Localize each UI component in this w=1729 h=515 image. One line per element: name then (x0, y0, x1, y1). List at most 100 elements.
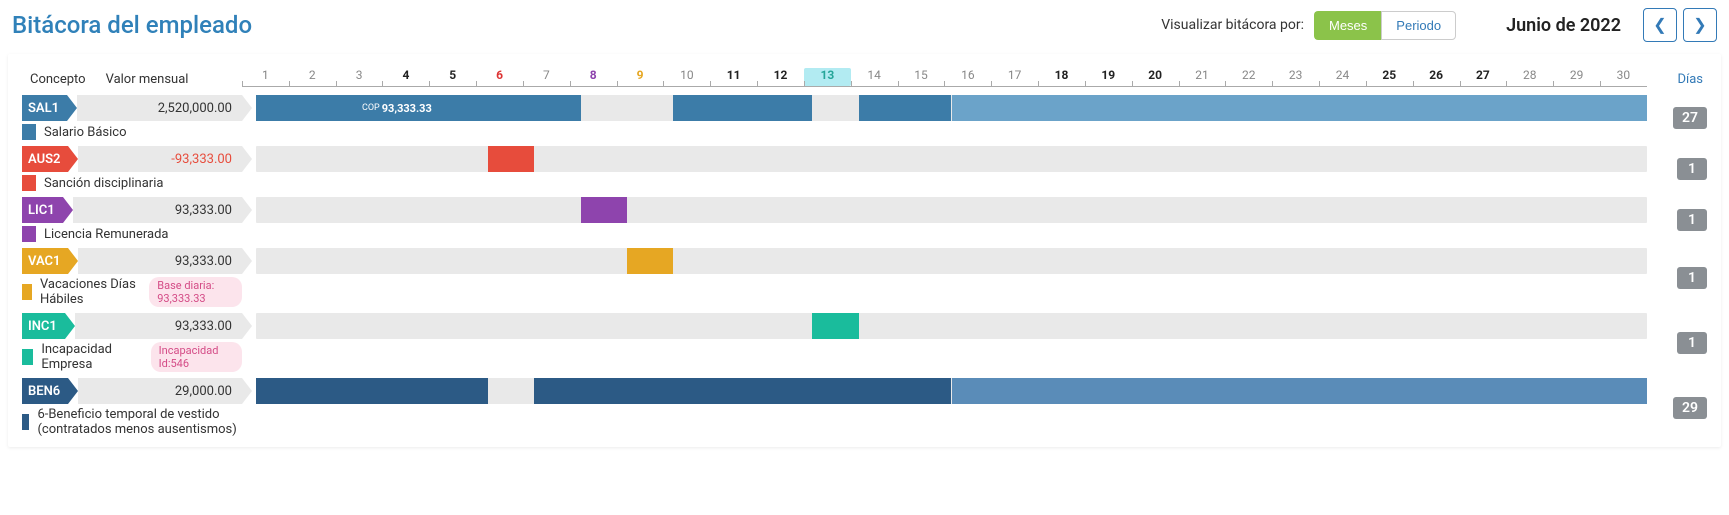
day-27[interactable]: 27 (1460, 68, 1507, 86)
timeline-segment[interactable] (952, 95, 1648, 121)
accent-bar (22, 226, 36, 242)
day-28[interactable]: 28 (1506, 68, 1553, 86)
concept-tag[interactable]: BEN6 (22, 378, 68, 404)
day-1[interactable]: 1 (242, 68, 289, 86)
chevron-right-icon: ❯ (1693, 15, 1706, 35)
concept-tag[interactable]: INC1 (22, 313, 65, 339)
timeline-segment[interactable] (627, 248, 673, 274)
days-count: 1 (1677, 267, 1707, 289)
timeline-track (256, 146, 1647, 172)
day-6[interactable]: 6 (476, 68, 523, 86)
day-21[interactable]: 21 (1179, 68, 1226, 86)
timeline-segment[interactable] (256, 378, 488, 404)
monthly-value: 93,333.00 (75, 313, 242, 339)
day-24[interactable]: 24 (1319, 68, 1366, 86)
monthly-value: 29,000.00 (78, 378, 242, 404)
monthly-value: 93,333.00 (78, 248, 242, 274)
bitacora-panel: Concepto Valor mensual 12345678910111213… (8, 54, 1721, 447)
concept-description: Licencia Remunerada (44, 227, 168, 242)
timeline-track (256, 313, 1647, 339)
day-22[interactable]: 22 (1225, 68, 1272, 86)
day-16[interactable]: 16 (944, 68, 991, 86)
current-month: Junio de 2022 (1506, 15, 1621, 36)
period-button[interactable]: Periodo (1381, 11, 1456, 40)
timeline-segment[interactable] (581, 197, 627, 223)
concept-description: 6-Beneficio temporal de vestido (contrat… (37, 407, 242, 437)
day-20[interactable]: 20 (1132, 68, 1179, 86)
day-30[interactable]: 30 (1600, 68, 1647, 86)
col-valor: Valor mensual (106, 72, 189, 87)
day-9[interactable]: 9 (617, 68, 664, 86)
day-18[interactable]: 18 (1038, 68, 1085, 86)
monthly-value: 2,520,000.00 (77, 95, 242, 121)
day-29[interactable]: 29 (1553, 68, 1600, 86)
day-2[interactable]: 2 (289, 68, 336, 86)
day-8[interactable]: 8 (570, 68, 617, 86)
chevron-left-icon: ❮ (1653, 15, 1666, 35)
info-pill: Base diaria: 93,333.33 (149, 277, 242, 307)
monthly-value: -93,333.00 (78, 146, 242, 172)
days-count: 1 (1677, 332, 1707, 354)
info-pill: Incapacidad Id:546 (151, 342, 242, 372)
timeline-track: COP93,333.33 (256, 95, 1647, 121)
day-26[interactable]: 26 (1413, 68, 1460, 86)
days-count: 27 (1673, 107, 1707, 129)
day-11[interactable]: 11 (710, 68, 757, 86)
day-23[interactable]: 23 (1272, 68, 1319, 86)
concept-tag[interactable]: AUS2 (22, 146, 68, 172)
timeline-segment[interactable] (859, 95, 952, 121)
day-4[interactable]: 4 (382, 68, 429, 86)
concept-row-LIC1: LIC1 93,333.00 Licencia Remunerada 1 (22, 197, 1707, 242)
timeline-segment[interactable] (812, 313, 858, 339)
concept-row-SAL1: SAL1 2,520,000.00 Salario Básico COP93,333.… (22, 95, 1707, 140)
concept-tag[interactable]: VAC1 (22, 248, 68, 274)
next-month-button[interactable]: ❯ (1683, 8, 1717, 42)
accent-bar (22, 175, 36, 191)
concept-description: Sanción disciplinaria (44, 176, 163, 191)
concept-row-INC1: INC1 93,333.00 Incapacidad Empresa Incapaci… (22, 313, 1707, 372)
day-12[interactable]: 12 (757, 68, 804, 86)
prev-month-button[interactable]: ❮ (1643, 8, 1677, 42)
day-13[interactable]: 13 (804, 68, 851, 86)
days-count: 1 (1677, 158, 1707, 180)
concept-description: Salario Básico (44, 125, 127, 140)
day-15[interactable]: 15 (898, 68, 945, 86)
page-title: Bitácora del empleado (12, 11, 1161, 39)
concept-tag[interactable]: SAL1 (22, 95, 67, 121)
timeline-header: 1234567891011121314151617181920212223242… (242, 68, 1647, 87)
day-19[interactable]: 19 (1085, 68, 1132, 86)
monthly-value: 93,333.00 (73, 197, 242, 223)
days-count: 1 (1677, 209, 1707, 231)
segment-label: COP93,333.33 (358, 95, 432, 121)
concept-tag[interactable]: LIC1 (22, 197, 63, 223)
timeline-segment[interactable] (673, 95, 812, 121)
day-3[interactable]: 3 (336, 68, 383, 86)
day-14[interactable]: 14 (851, 68, 898, 86)
timeline-segment[interactable] (952, 378, 1648, 404)
timeline-segment[interactable] (534, 378, 951, 404)
accent-bar (22, 124, 36, 140)
day-7[interactable]: 7 (523, 68, 570, 86)
day-17[interactable]: 17 (991, 68, 1038, 86)
view-by-label: Visualizar bitácora por: (1161, 17, 1304, 33)
concept-description: Incapacidad Empresa (41, 342, 142, 372)
concept-row-BEN6: BEN6 29,000.00 6-Beneficio temporal de ves… (22, 378, 1707, 437)
timeline-track (256, 197, 1647, 223)
concept-description: Vacaciones Días Hábiles (40, 277, 141, 307)
timeline-track (256, 378, 1647, 404)
view-mode-toggle: Meses Periodo (1314, 11, 1456, 40)
concept-row-AUS2: AUS2 -93,333.00 Sanción disciplinaria 1 (22, 146, 1707, 191)
accent-bar (22, 284, 32, 300)
concept-row-VAC1: VAC1 93,333.00 Vacaciones Días Hábiles Base… (22, 248, 1707, 307)
day-10[interactable]: 10 (663, 68, 710, 86)
col-dias: Días (1647, 72, 1707, 87)
timeline-track (256, 248, 1647, 274)
accent-bar (22, 349, 33, 365)
timeline-segment[interactable] (488, 146, 534, 172)
col-concepto: Concepto (30, 72, 86, 87)
days-count: 29 (1673, 397, 1707, 419)
accent-bar (22, 414, 29, 430)
day-25[interactable]: 25 (1366, 68, 1413, 86)
months-button[interactable]: Meses (1314, 11, 1381, 40)
day-5[interactable]: 5 (429, 68, 476, 86)
